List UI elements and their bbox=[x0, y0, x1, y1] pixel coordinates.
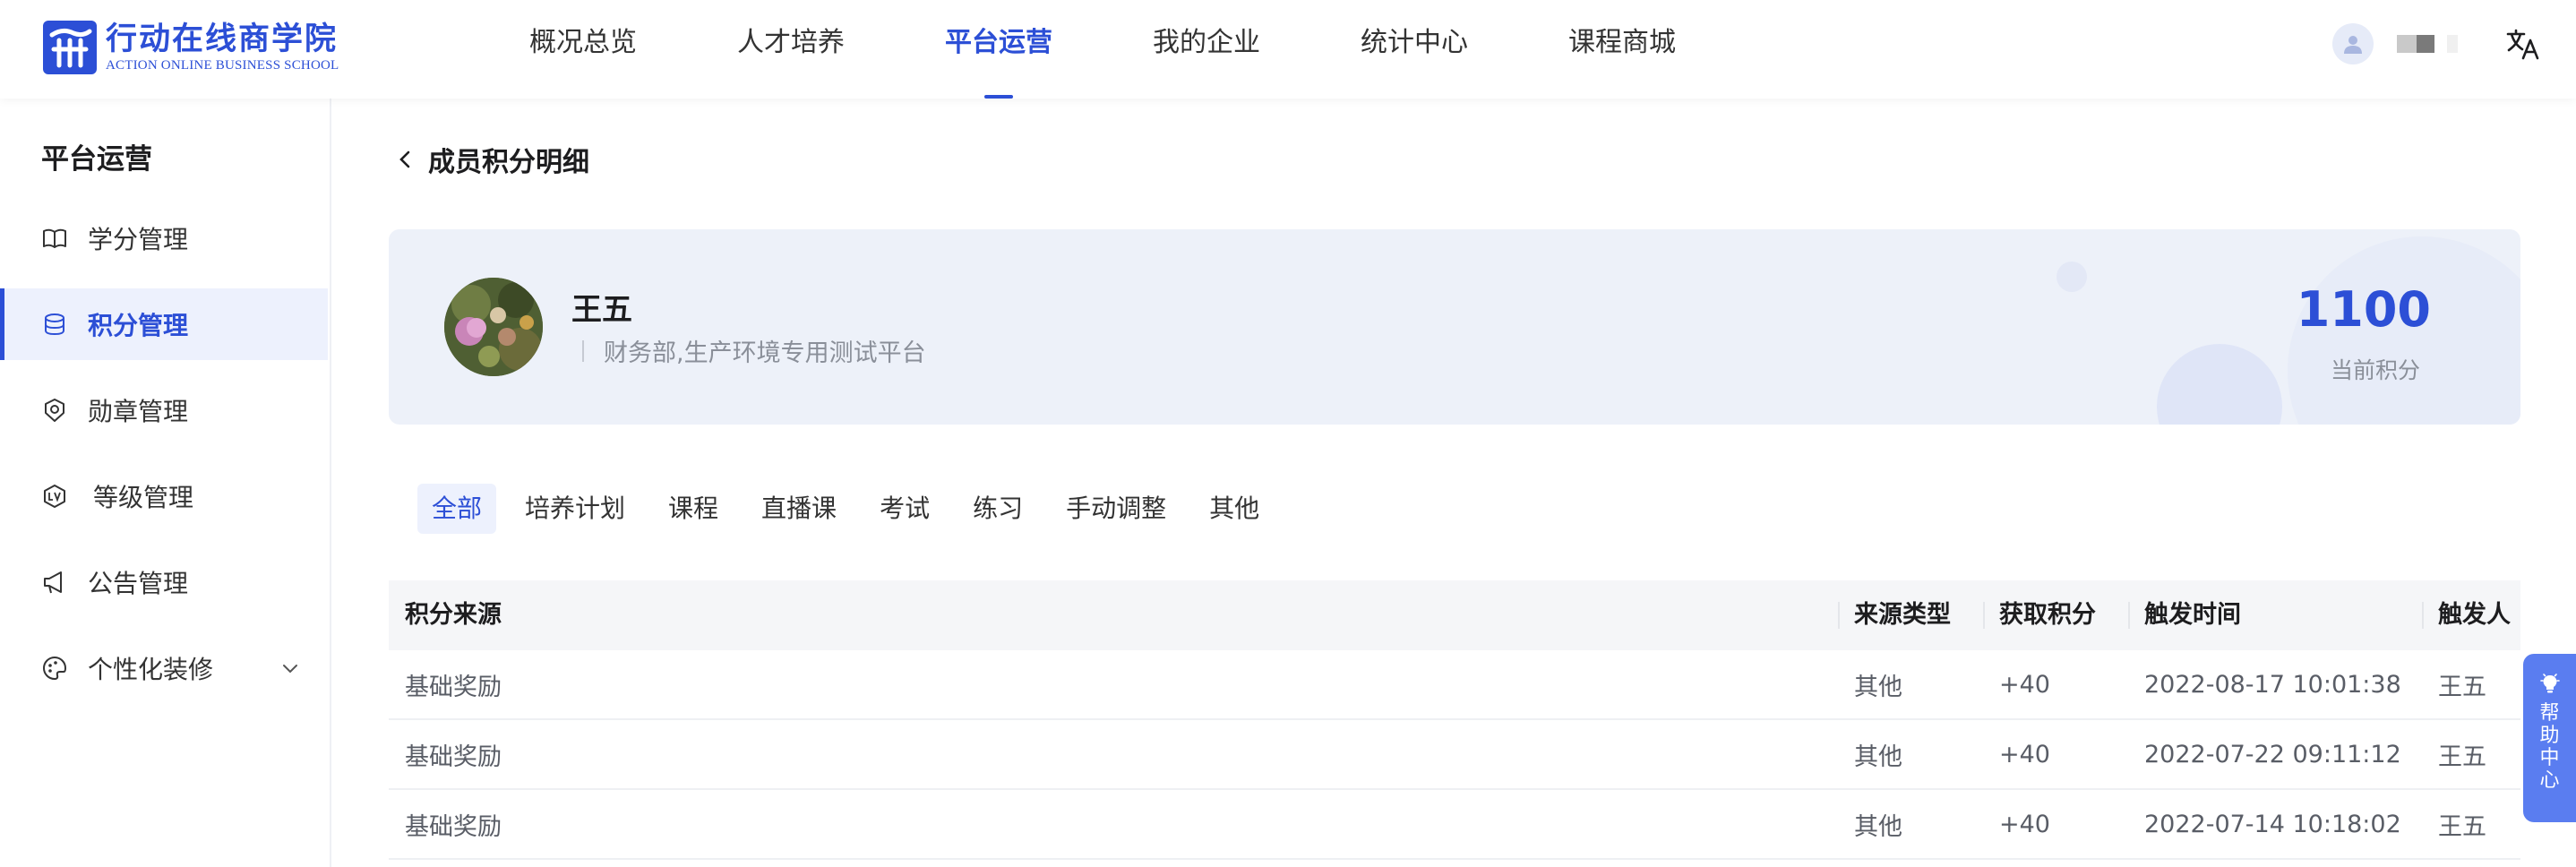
cell-source: 基础奖励 bbox=[405, 743, 502, 771]
current-points-label: 当前积分 bbox=[2330, 357, 2420, 383]
help-center-label: 帮助中心 bbox=[2539, 702, 2560, 792]
member-avatar bbox=[444, 278, 543, 376]
lightbulb-icon bbox=[2539, 674, 2560, 693]
page-title: 成员积分明细 bbox=[428, 147, 589, 178]
user-icon bbox=[2344, 36, 2362, 54]
megaphone-icon bbox=[41, 569, 68, 596]
tab-exam[interactable]: 考试 bbox=[865, 484, 944, 534]
tab-practice[interactable]: 练习 bbox=[958, 484, 1037, 534]
current-points-value: 1100 bbox=[2296, 281, 2431, 338]
tab-manual-adjust[interactable]: 手动调整 bbox=[1052, 484, 1181, 534]
member-profile-card: 王五 财务部,生产环境专用测试平台 1100 当前积分 bbox=[389, 229, 2520, 425]
tab-other[interactable]: 其他 bbox=[1195, 484, 1274, 534]
decor-circle bbox=[2157, 344, 2282, 425]
cell-trigger-user: 王五 bbox=[2438, 743, 2486, 771]
cell-source-type: 其他 bbox=[1854, 812, 1902, 841]
logo-mark-icon bbox=[43, 21, 97, 74]
column-header-trigger-user: 触发人 bbox=[2422, 580, 2520, 650]
nav-statistics[interactable]: 统计中心 bbox=[1361, 0, 1468, 99]
sidebar-title: 平台运营 bbox=[41, 143, 152, 176]
decor-circle bbox=[2057, 262, 2087, 292]
logo-text: 行动在线商学院 ACTION ONLINE BUSINESS SCHOOL bbox=[106, 21, 339, 73]
column-header-time: 触发时间 bbox=[2128, 580, 2422, 650]
main-content: 成员积分明细 王五 财务部,生产环境专用测试平台 1100 当前积分 全部 培养… bbox=[333, 99, 2576, 867]
tab-all[interactable]: 全部 bbox=[417, 484, 497, 534]
sidebar-item-announcements[interactable]: 公告管理 bbox=[0, 546, 328, 618]
cell-time: 2022-07-22 09:11:12 bbox=[2144, 740, 2401, 768]
column-header-source: 积分来源 bbox=[405, 601, 502, 629]
user-name-redacted[interactable] bbox=[2397, 35, 2458, 53]
member-name: 王五 bbox=[571, 292, 632, 328]
sidebar-item-customization[interactable]: 个性化装修 bbox=[0, 632, 328, 704]
help-center-button[interactable]: 帮助中心 bbox=[2523, 654, 2576, 822]
top-header: 行动在线商学院 ACTION ONLINE BUSINESS SCHOOL 概况… bbox=[0, 0, 2576, 99]
cell-source-type: 其他 bbox=[1854, 743, 1902, 771]
translate-icon[interactable] bbox=[2504, 26, 2540, 62]
sidebar-item-points[interactable]: 积分管理 bbox=[0, 288, 328, 360]
nav-my-company[interactable]: 我的企业 bbox=[1153, 0, 1260, 99]
level-icon bbox=[41, 483, 68, 510]
user-avatar[interactable] bbox=[2332, 23, 2374, 64]
cell-trigger-user: 王五 bbox=[2438, 812, 2486, 841]
tab-live-class[interactable]: 直播课 bbox=[747, 484, 851, 534]
nav-overview[interactable]: 概况总览 bbox=[529, 0, 637, 99]
cell-points: +40 bbox=[1999, 670, 2050, 699]
nav-talent[interactable]: 人才培养 bbox=[737, 0, 845, 99]
table-row: 基础奖励 其他 +40 2022-07-14 10:18:02 王五 bbox=[389, 790, 2520, 860]
palette-icon bbox=[41, 655, 68, 682]
cell-source: 基础奖励 bbox=[405, 812, 502, 841]
column-header-points: 获取积分 bbox=[1983, 580, 2128, 650]
cell-time: 2022-08-17 10:01:38 bbox=[2144, 670, 2401, 699]
member-department: 财务部,生产环境专用测试平台 bbox=[582, 333, 926, 368]
main-nav: 概况总览 人才培养 平台运营 我的企业 统计中心 课程商城 bbox=[529, 0, 1776, 99]
sidebar-item-credits[interactable]: 学分管理 bbox=[0, 202, 328, 274]
cell-source: 基础奖励 bbox=[405, 673, 502, 701]
sidebar-menu: 学分管理 积分管理 勋章管理 等级管理 公告管理 个性化装修 bbox=[0, 202, 328, 718]
chevron-down-icon[interactable] bbox=[279, 657, 301, 679]
sidebar-item-label: 积分管理 bbox=[88, 311, 189, 340]
member-department-text: 财务部,生产环境专用测试平台 bbox=[604, 339, 926, 367]
sidebar-item-label: 学分管理 bbox=[88, 225, 189, 254]
book-icon bbox=[41, 225, 68, 252]
table-header: 积分来源 来源类型 获取积分 触发时间 触发人 bbox=[389, 580, 2520, 650]
sidebar-item-label: 等级管理 bbox=[93, 483, 194, 512]
sidebar-item-label: 个性化装修 bbox=[88, 655, 214, 684]
table-row: 基础奖励 其他 +40 2022-07-22 09:11:12 王五 bbox=[389, 720, 2520, 790]
cell-time: 2022-07-14 10:18:02 bbox=[2144, 810, 2401, 838]
nav-platform-ops[interactable]: 平台运营 bbox=[945, 0, 1052, 99]
nav-course-mall[interactable]: 课程商城 bbox=[1568, 0, 1676, 99]
database-icon bbox=[41, 311, 68, 338]
points-detail-table: 积分来源 来源类型 获取积分 触发时间 触发人 基础奖励 其他 +40 2022… bbox=[389, 580, 2520, 860]
cell-points: +40 bbox=[1999, 740, 2050, 768]
logo[interactable]: 行动在线商学院 ACTION ONLINE BUSINESS SCHOOL bbox=[43, 20, 339, 75]
tab-course[interactable]: 课程 bbox=[654, 484, 733, 534]
sidebar-item-levels[interactable]: 等级管理 bbox=[0, 460, 328, 532]
cell-source-type: 其他 bbox=[1854, 673, 1902, 701]
tab-training-plan[interactable]: 培养计划 bbox=[511, 484, 640, 534]
sidebar-item-label: 勋章管理 bbox=[88, 397, 189, 426]
chevron-left-icon[interactable] bbox=[392, 147, 417, 172]
logo-title: 行动在线商学院 bbox=[106, 21, 339, 57]
cell-trigger-user: 王五 bbox=[2438, 673, 2486, 701]
sidebar-item-label: 公告管理 bbox=[88, 569, 189, 598]
sidebar: 平台运营 学分管理 积分管理 勋章管理 等级管理 公告管理 个性化装修 bbox=[0, 99, 331, 867]
table-row: 基础奖励 其他 +40 2022-08-17 10:01:38 王五 bbox=[389, 650, 2520, 720]
sidebar-item-medals[interactable]: 勋章管理 bbox=[0, 374, 328, 446]
header-user-area bbox=[2332, 21, 2540, 66]
logo-subtitle: ACTION ONLINE BUSINESS SCHOOL bbox=[106, 58, 339, 73]
source-filter-tabs: 全部 培养计划 课程 直播课 考试 练习 手动调整 其他 bbox=[417, 484, 1288, 534]
column-header-source-type: 来源类型 bbox=[1838, 580, 1983, 650]
divider bbox=[582, 339, 584, 362]
medal-icon bbox=[41, 397, 68, 424]
cell-points: +40 bbox=[1999, 810, 2050, 838]
page-header: 成员积分明细 bbox=[392, 140, 589, 179]
